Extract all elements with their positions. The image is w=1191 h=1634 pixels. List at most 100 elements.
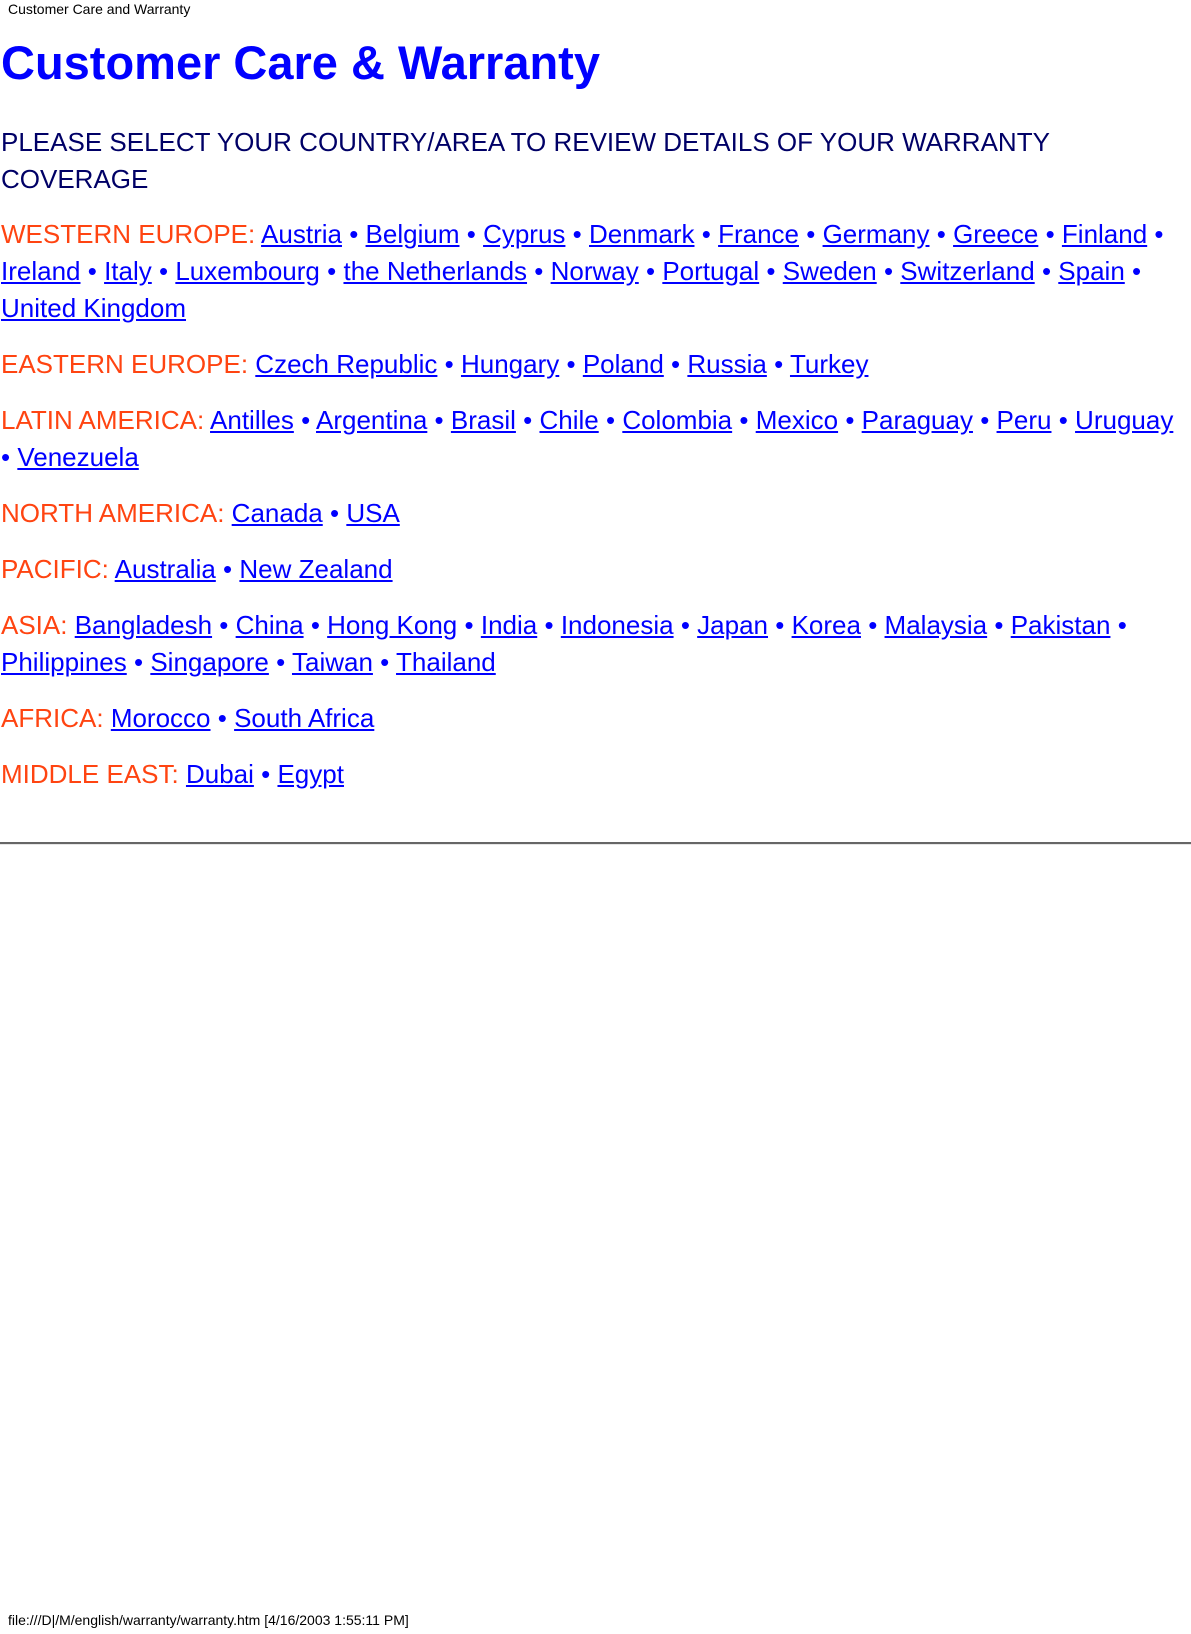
country-link-russia[interactable]: Russia <box>687 349 766 379</box>
bullet-separator: • <box>994 610 1004 640</box>
bullet-separator: • <box>671 349 681 379</box>
country-link-hungary[interactable]: Hungary <box>461 349 559 379</box>
bullet-separator: • <box>1045 219 1055 249</box>
country-link-luxembourg[interactable]: Luxembourg <box>175 256 320 286</box>
country-link-portugal[interactable]: Portugal <box>662 256 759 286</box>
country-link-malaysia[interactable]: Malaysia <box>885 610 988 640</box>
region-middle-east: MIDDLE EAST: Dubai • Egypt <box>1 756 1189 793</box>
country-link-brasil[interactable]: Brasil <box>451 405 516 435</box>
country-link-switzerland[interactable]: Switzerland <box>900 256 1034 286</box>
country-link-china[interactable]: China <box>236 610 304 640</box>
country-link-ireland[interactable]: Ireland <box>1 256 81 286</box>
bullet-separator: • <box>329 498 340 528</box>
bullet-separator: • <box>868 610 878 640</box>
country-link-morocco[interactable]: Morocco <box>111 703 211 733</box>
country-link-austria[interactable]: Austria <box>261 219 342 249</box>
country-link-india[interactable]: India <box>481 610 537 640</box>
country-link-sweden[interactable]: Sweden <box>783 256 877 286</box>
country-link-argentina[interactable]: Argentina <box>316 405 427 435</box>
bullet-separator: • <box>572 219 582 249</box>
country-link-germany[interactable]: Germany <box>823 219 930 249</box>
country-link-peru[interactable]: Peru <box>997 405 1052 435</box>
bullet-separator: • <box>774 349 784 379</box>
country-link-czech-republic[interactable]: Czech Republic <box>255 349 437 379</box>
country-link-greece[interactable]: Greece <box>953 219 1038 249</box>
bullet-separator: • <box>936 219 946 249</box>
country-link-uruguay[interactable]: Uruguay <box>1075 405 1173 435</box>
region-label: EASTERN EUROPE: <box>1 349 249 379</box>
country-link-taiwan[interactable]: Taiwan <box>292 647 373 677</box>
country-link-usa[interactable]: USA <box>346 498 399 528</box>
country-link-belgium[interactable]: Belgium <box>366 219 460 249</box>
country-link-venezuela[interactable]: Venezuela <box>17 442 138 472</box>
country-link-egypt[interactable]: Egypt <box>277 759 344 789</box>
bullet-separator: • <box>466 219 476 249</box>
country-link-philippines[interactable]: Philippines <box>1 647 127 677</box>
country-link-hong-kong[interactable]: Hong Kong <box>327 610 457 640</box>
region-label: ASIA: <box>1 610 68 640</box>
region-pacific: PACIFIC: Australia • New Zealand <box>1 551 1189 588</box>
country-link-south-africa[interactable]: South Africa <box>234 703 374 733</box>
country-link-the-netherlands[interactable]: the Netherlands <box>343 256 527 286</box>
regions-list: WESTERN EUROPE: Austria • Belgium • Cypr… <box>1 216 1189 793</box>
country-link-norway[interactable]: Norway <box>551 256 639 286</box>
bullet-separator: • <box>87 256 97 286</box>
bullet-separator: • <box>645 256 656 286</box>
country-link-singapore[interactable]: Singapore <box>150 647 269 677</box>
country-link-canada[interactable]: Canada <box>232 498 323 528</box>
country-link-colombia[interactable]: Colombia <box>622 405 732 435</box>
bullet-separator: • <box>310 610 320 640</box>
bullet-separator: • <box>327 256 337 286</box>
bullet-separator: • <box>566 349 576 379</box>
bullet-separator: • <box>223 554 233 584</box>
bullet-separator: • <box>301 405 311 435</box>
bullet-separator: • <box>217 703 227 733</box>
bullet-separator: • <box>523 405 533 435</box>
region-western-europe: WESTERN EUROPE: Austria • Belgium • Cypr… <box>1 216 1189 327</box>
country-link-mexico[interactable]: Mexico <box>756 405 838 435</box>
region-asia: ASIA: Bangladesh • China • Hong Kong • I… <box>1 607 1189 681</box>
country-link-paraguay[interactable]: Paraguay <box>862 405 973 435</box>
warranty-country-selector: PLEASE SELECT YOUR COUNTRY/AREA TO REVIE… <box>1 124 1189 812</box>
country-link-cyprus[interactable]: Cyprus <box>483 219 565 249</box>
country-link-italy[interactable]: Italy <box>104 256 152 286</box>
country-link-turkey[interactable]: Turkey <box>790 349 869 379</box>
bullet-separator: • <box>544 610 554 640</box>
country-link-korea[interactable]: Korea <box>792 610 861 640</box>
bullet-separator: • <box>845 405 855 435</box>
bullet-separator: • <box>739 405 749 435</box>
bullet-separator: • <box>349 219 359 249</box>
bullet-separator: • <box>261 759 271 789</box>
bullet-separator: • <box>806 219 816 249</box>
bullet-separator: • <box>680 610 690 640</box>
bullet-separator: • <box>380 647 390 677</box>
bullet-separator: • <box>1041 256 1052 286</box>
bullet-separator: • <box>980 405 990 435</box>
country-link-new-zealand[interactable]: New Zealand <box>239 554 392 584</box>
bullet-separator: • <box>434 405 444 435</box>
country-link-bangladesh[interactable]: Bangladesh <box>75 610 212 640</box>
country-link-united-kingdom[interactable]: United Kingdom <box>1 293 186 323</box>
country-link-poland[interactable]: Poland <box>583 349 664 379</box>
country-link-thailand[interactable]: Thailand <box>396 647 496 677</box>
country-link-antilles[interactable]: Antilles <box>210 405 294 435</box>
bullet-separator: • <box>133 647 144 677</box>
country-link-spain[interactable]: Spain <box>1058 256 1125 286</box>
country-link-pakistan[interactable]: Pakistan <box>1011 610 1111 640</box>
region-latin-america: LATIN AMERICA: Antilles • Argentina • Br… <box>1 402 1189 476</box>
country-link-denmark[interactable]: Denmark <box>589 219 694 249</box>
country-link-japan[interactable]: Japan <box>697 610 768 640</box>
bullet-separator: • <box>883 256 894 286</box>
horizontal-rule <box>0 842 1191 845</box>
bullet-separator: • <box>1154 219 1164 249</box>
country-link-finland[interactable]: Finland <box>1062 219 1147 249</box>
country-link-indonesia[interactable]: Indonesia <box>561 610 674 640</box>
region-label: LATIN AMERICA: <box>1 405 205 435</box>
region-label: MIDDLE EAST: <box>1 759 179 789</box>
country-link-chile[interactable]: Chile <box>539 405 598 435</box>
bullet-separator: • <box>775 610 785 640</box>
country-link-australia[interactable]: Australia <box>115 554 216 584</box>
country-link-france[interactable]: France <box>718 219 799 249</box>
country-link-dubai[interactable]: Dubai <box>186 759 254 789</box>
region-north-america: NORTH AMERICA: Canada • USA <box>1 495 1189 532</box>
